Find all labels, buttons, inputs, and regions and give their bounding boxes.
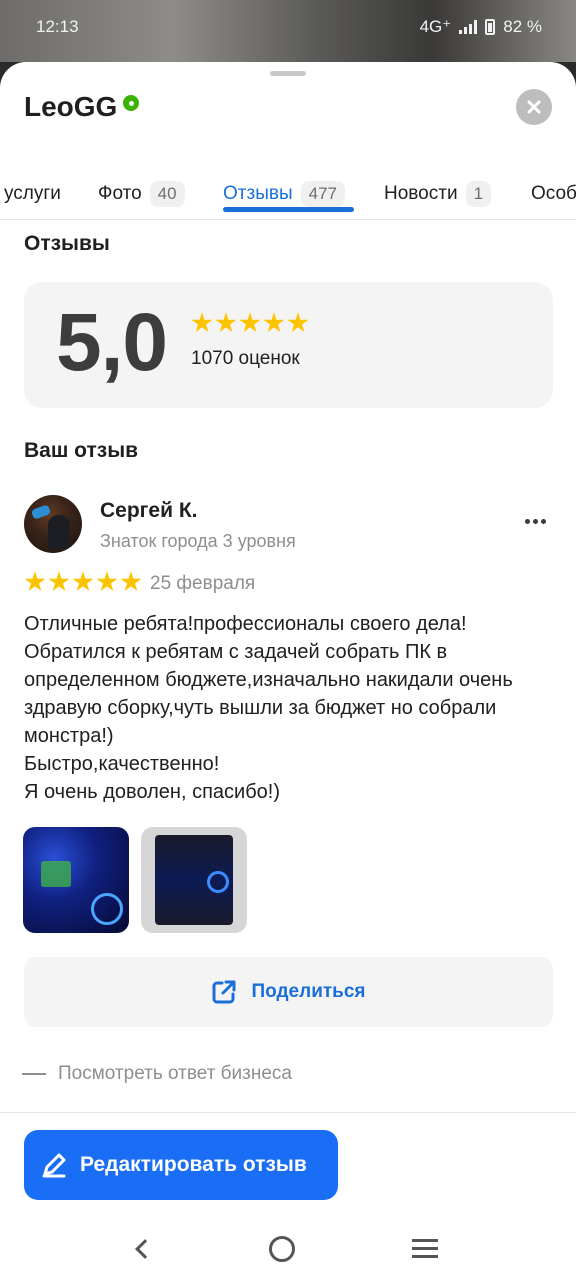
rating-count: 1070 оценок (191, 348, 300, 369)
share-label: Поделиться (251, 981, 366, 1002)
sheet-drag-handle[interactable] (270, 71, 306, 76)
tab-label: Новости (384, 183, 458, 204)
home-icon[interactable] (268, 1235, 295, 1262)
business-reply-label: Посмотреть ответ бизнеса (58, 1063, 293, 1084)
edit-review-button[interactable]: Редактировать отзыв (24, 1130, 338, 1200)
more-dots-icon (533, 519, 538, 524)
review-author-level: Знаток города 3 уровня (100, 531, 296, 551)
share-icon (212, 980, 236, 1004)
verified-icon (123, 95, 140, 111)
edit-review-label: Редактировать отзыв (80, 1153, 307, 1176)
pencil-icon (42, 1153, 66, 1178)
business-name: LeoGG (24, 91, 118, 122)
star-icon (191, 312, 213, 333)
star-icon (72, 571, 94, 592)
tab-label: Особ (531, 183, 576, 204)
rating-summary-card: 5,0 1070 оценок (24, 282, 553, 408)
close-icon (527, 100, 541, 114)
more-dots-icon (541, 519, 546, 524)
tab-bar: услуги Фото 40 Отзывы 477 Новости 1 Особ (0, 170, 576, 220)
network-label: 4G⁺ (419, 17, 452, 36)
battery-icon (485, 19, 496, 35)
business-reply-link[interactable]: Посмотреть ответ бизнеса (22, 1063, 292, 1085)
avatar[interactable] (24, 495, 82, 553)
active-tab-indicator (223, 207, 354, 212)
more-dots-icon (525, 519, 530, 524)
tab-label: Фото (98, 183, 142, 204)
rating-value: 5,0 (56, 297, 168, 388)
tab-photos[interactable]: Фото 40 (98, 170, 185, 218)
review-photo-2[interactable] (141, 827, 247, 933)
tab-label: Отзывы (223, 183, 293, 204)
rating-stars (191, 312, 309, 334)
recents-icon[interactable] (411, 1239, 438, 1258)
tab-services[interactable]: услуги (4, 170, 61, 218)
battery-level: 82 % (503, 17, 542, 36)
star-icon (96, 571, 118, 592)
reviews-heading: Отзывы (24, 232, 110, 255)
share-button[interactable]: Поделиться (24, 957, 553, 1027)
status-bar: 12:13 4G⁺ 82 % (0, 0, 576, 62)
star-icon (120, 571, 142, 592)
tab-features[interactable]: Особ (531, 170, 576, 218)
status-time: 12:13 (36, 17, 79, 36)
tab-count-badge: 40 (149, 181, 185, 207)
divider (0, 1112, 576, 1113)
page-title: LeoGG (24, 91, 140, 123)
system-nav-bar (0, 1217, 576, 1280)
review-photo-1[interactable] (23, 827, 129, 933)
more-options-button[interactable] (525, 519, 546, 524)
back-icon[interactable] (135, 1238, 156, 1259)
star-icon (215, 312, 237, 333)
review-text: Отличные ребята!профессионалы своего дел… (24, 613, 513, 803)
signal-icon (459, 20, 478, 34)
close-button[interactable] (516, 89, 552, 125)
dash-icon (22, 1073, 46, 1075)
review-author-name[interactable]: Сергей К. (100, 499, 198, 523)
tab-news[interactable]: Новости 1 (384, 170, 492, 218)
bottom-sheet: LeoGG услуги Фото 40 Отзывы 477 Новости … (0, 62, 576, 1280)
tab-label: услуги (4, 183, 61, 204)
your-review-heading: Ваш отзыв (24, 439, 139, 462)
review-date: 25 февраля (150, 573, 256, 594)
star-icon (24, 571, 46, 592)
star-icon (287, 312, 309, 333)
star-icon (239, 312, 261, 333)
star-icon (263, 312, 285, 333)
star-icon (48, 571, 70, 592)
tab-count-badge: 477 (300, 181, 345, 207)
status-icons: 4G⁺ 82 % (420, 17, 542, 37)
tab-count-badge: 1 (465, 181, 492, 207)
review-stars (24, 571, 142, 593)
